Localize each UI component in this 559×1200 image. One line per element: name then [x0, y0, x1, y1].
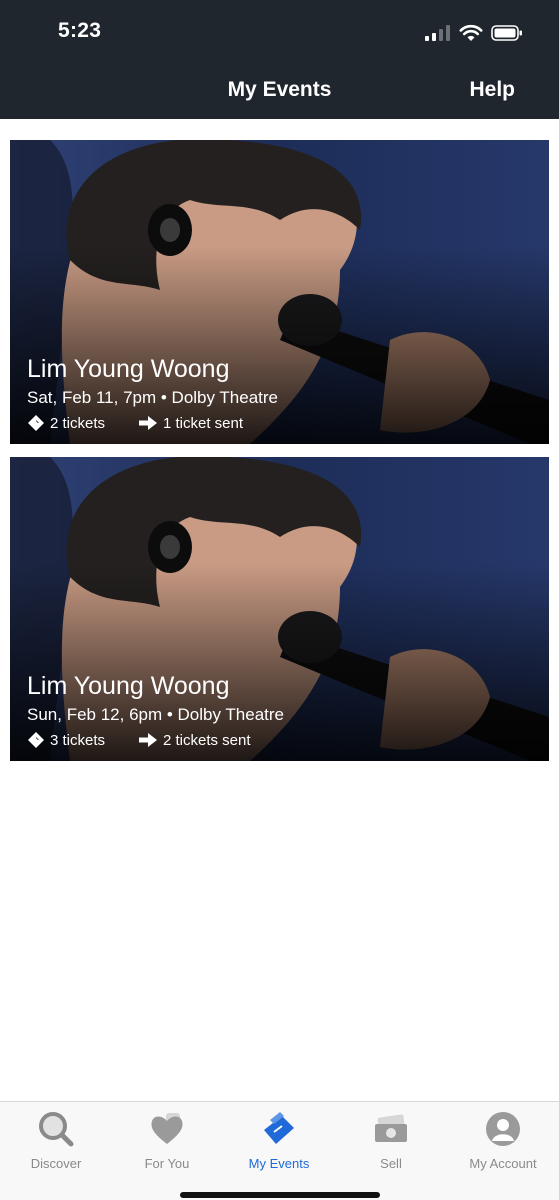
- tab-my-account[interactable]: My Account: [447, 1110, 559, 1171]
- event-ticket-summary: 2 tickets 1 ticket sent: [27, 414, 278, 432]
- event-name: Lim Young Woong: [27, 355, 230, 383]
- ticket-count: 3 tickets: [27, 731, 139, 749]
- home-indicator[interactable]: [180, 1192, 380, 1198]
- ticket-count-label: 2 tickets: [50, 414, 106, 432]
- ticket-icon: [28, 732, 44, 748]
- tab-sell-label: Sell: [380, 1156, 402, 1171]
- tickets-sent: 1 ticket sent: [139, 415, 243, 432]
- ticket-icon: [28, 415, 44, 431]
- bottom-tab-bar: Discover For You My Events Sell My Accou…: [0, 1101, 559, 1200]
- status-time: 5:23: [58, 19, 102, 42]
- tickets-sent-label: 1 ticket sent: [163, 414, 244, 432]
- tab-for-you[interactable]: For You: [111, 1110, 223, 1171]
- arrow-right-icon: [139, 416, 157, 430]
- event-card[interactable]: Lim Young Woong Sun, Feb 12, 6pm • Dolby…: [10, 457, 549, 761]
- event-info: Lim Young Woong Sat, Feb 11, 7pm • Dolby…: [27, 354, 278, 432]
- event-ticket-summary: 3 tickets 2 tickets sent: [27, 731, 284, 749]
- tab-for-you-label: For You: [144, 1156, 190, 1171]
- app-header: 5:23 My Events Help: [0, 0, 559, 119]
- tab-my-account-label: My Account: [469, 1156, 537, 1171]
- search-icon: [39, 1112, 74, 1147]
- tab-my-events-label: My Events: [248, 1156, 310, 1171]
- cellular-signal-icon: [425, 25, 450, 41]
- tab-discover[interactable]: Discover: [0, 1110, 112, 1171]
- tickets-sent-label: 2 tickets sent: [163, 731, 251, 749]
- tickets-icon: [264, 1112, 294, 1144]
- event-info: Lim Young Woong Sun, Feb 12, 6pm • Dolby…: [27, 671, 284, 749]
- ticket-count-label: 3 tickets: [50, 731, 106, 749]
- heart-icon: [151, 1113, 183, 1144]
- arrow-right-icon: [139, 733, 157, 747]
- tab-my-events[interactable]: My Events: [223, 1110, 335, 1171]
- help-button[interactable]: Help: [469, 78, 515, 102]
- tab-sell[interactable]: Sell: [335, 1110, 447, 1171]
- event-details: Sun, Feb 12, 6pm • Dolby Theatre: [27, 705, 285, 724]
- tickets-sent: 2 tickets sent: [139, 732, 251, 749]
- ticket-count: 2 tickets: [27, 414, 139, 432]
- status-icons: [425, 22, 523, 44]
- cash-icon: [375, 1114, 407, 1142]
- tab-discover-label: Discover: [30, 1156, 82, 1171]
- event-details: Sat, Feb 11, 7pm • Dolby Theatre: [27, 388, 279, 407]
- battery-icon: [491, 25, 522, 41]
- wifi-icon: [459, 24, 483, 41]
- event-card[interactable]: Lim Young Woong Sat, Feb 11, 7pm • Dolby…: [10, 140, 549, 444]
- event-name: Lim Young Woong: [27, 672, 230, 700]
- account-icon: [486, 1112, 520, 1146]
